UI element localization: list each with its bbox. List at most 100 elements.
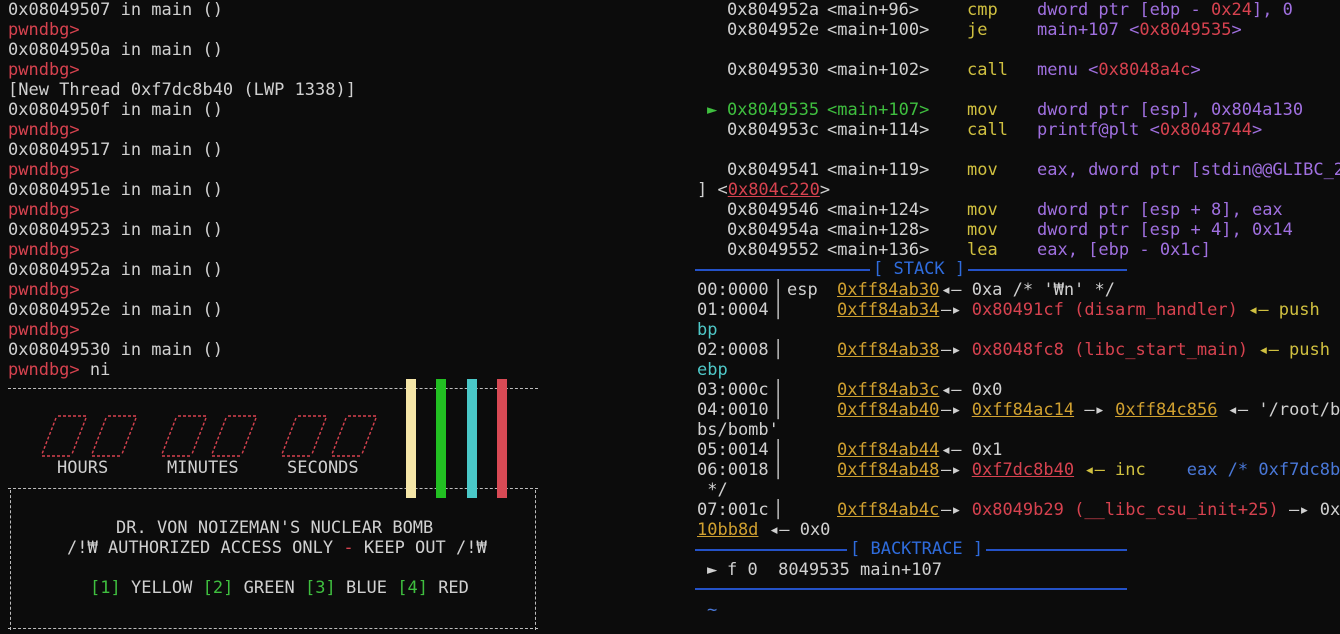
stack-separator: │ <box>773 380 784 400</box>
stack-address[interactable]: 0xff84ab40 <box>837 400 939 420</box>
gdb-output-line: 0x08049523 in main () <box>8 220 223 240</box>
disasm-address: 0x804953c <box>727 120 820 140</box>
timer-digit <box>281 415 327 457</box>
operand-part: dword ptr [esp], 0x804a130 <box>1037 100 1304 120</box>
command-line[interactable]: pwndbg> ni <box>8 360 110 380</box>
right-terminal-pane[interactable]: 0x804952a <main+96> cmp dword ptr [ebp - 0x… <box>695 0 1340 634</box>
stack-target: 0x8048fc8 (libc_start_main) <box>971 340 1249 360</box>
disasm-symbol: <main+102> <box>827 60 930 80</box>
bomb-title: DR. VON NOIZEMAN'S NUCLEAR BOMB <box>116 518 434 538</box>
wire-menu-key[interactable]: [2] <box>203 578 234 598</box>
stack-separator: │ <box>773 400 784 420</box>
stack-wrap-link[interactable]: 10bb8d <box>697 520 758 540</box>
wire-menu-key[interactable]: [3] <box>305 578 336 598</box>
wire-red[interactable] <box>497 379 507 498</box>
gdb-output-line: 0x0804951e in main () <box>8 180 223 200</box>
wire-menu-label[interactable]: BLUE <box>346 578 387 598</box>
stack-address[interactable]: 0xff84ab48 <box>837 460 939 480</box>
warning-separator: - <box>343 538 354 558</box>
disasm-address: 0x8049541 <box>727 160 820 180</box>
stack-tail: —▸ 0xf <box>1289 500 1340 520</box>
bomb-frame-border <box>8 388 538 389</box>
wire-green[interactable] <box>436 379 446 498</box>
stack-tail: ◂— push <box>1248 300 1320 320</box>
stack-value: —▸ 0xf7dc8b40 ◂— inc eax /* 0xf7dc8b4 <box>941 460 1340 480</box>
backtrace-marker: ► <box>707 560 718 580</box>
operand-part: printf@plt < <box>1037 120 1160 140</box>
disasm-operands: menu <0x8048a4c> <box>1037 60 1201 80</box>
bomb-frame-border <box>535 490 536 630</box>
stack-target: 0x80491cf (disarm_handler) <box>971 300 1238 320</box>
bomb-frame-border <box>8 488 538 489</box>
wire-menu-key[interactable]: [1] <box>90 578 121 598</box>
wire-menu-key[interactable]: [4] <box>397 578 428 598</box>
stack-tail: ◂— push <box>1258 340 1330 360</box>
timer-label-seconds: SECONDS <box>287 458 359 478</box>
operand-part: dword ptr [ebp - <box>1037 0 1211 20</box>
warning-prefix: /!₩ AUTHORIZED ACCESS ONLY <box>67 538 334 558</box>
backtrace-frame[interactable]: f 0 8049535 main+107 <box>727 560 942 580</box>
stack-address[interactable]: 0xff84ab3c <box>837 380 939 400</box>
disasm-symbol: <main+124> <box>827 200 930 220</box>
stack-value: —▸ 0x8048fc8 (libc_start_main) ◂— push <box>941 340 1330 360</box>
disasm-symbol: <main+114> <box>827 120 930 140</box>
disasm-symbol: <main+119> <box>827 160 930 180</box>
deref-arrow: —▸ <box>941 300 962 320</box>
wire-menu-label[interactable]: RED <box>438 578 469 598</box>
gdb-output-line: 0x0804950f in main () <box>8 100 223 120</box>
operand-part: eax, [ebp - <box>1037 240 1160 260</box>
stack-address[interactable]: 0xff84ab34 <box>837 300 939 320</box>
operand-part: > <box>1190 60 1201 80</box>
wire-blue[interactable] <box>467 379 477 498</box>
section-title: [ BACKTRACE ] <box>847 539 987 559</box>
stack-separator: │ <box>773 460 784 480</box>
stack-target[interactable]: 0xf7dc8b40 <box>972 460 1074 480</box>
disasm-operands: dword ptr [esp + 4], 0x14 <box>1037 220 1293 240</box>
disasm-opcode: call <box>967 60 1008 80</box>
operand-part: > <box>1231 20 1242 40</box>
gdb-output-line: 0x0804950a in main () <box>8 40 223 60</box>
wrap-suffix: > <box>819 180 831 200</box>
stack-index: 02:0008 <box>697 340 769 360</box>
timer-label-minutes: MINUTES <box>167 458 239 478</box>
pwndbg-prompt: pwndbg> <box>8 160 80 180</box>
operand-part: 0x8048744 <box>1159 120 1252 140</box>
operand-part: main+107 < <box>1037 20 1140 40</box>
pwndbg-prompt: pwndbg> <box>8 60 80 80</box>
stack-address[interactable]: 0xff84ab4c <box>837 500 939 520</box>
stack-separator: │ <box>773 280 784 300</box>
wrap-address[interactable]: 0x804c220 <box>728 180 820 200</box>
stack-address[interactable]: 0xff84ab38 <box>837 340 939 360</box>
operand-part: ], 0x14 <box>1221 220 1293 240</box>
stack-wrap: ◂— 0x0 <box>769 520 831 540</box>
current-instruction-marker: ► <box>707 100 718 120</box>
operand-part: ], eax <box>1221 200 1283 220</box>
stack-index: 01:0004 <box>697 300 769 320</box>
operand-part: menu < <box>1037 60 1099 80</box>
stack-target[interactable]: 0xff84c856 <box>1115 400 1217 420</box>
disasm-operands: eax, dword ptr [stdin@@GLIBC_2 <box>1037 160 1340 180</box>
command-input[interactable]: ni <box>90 360 110 380</box>
pwndbg-prompt: pwndbg> <box>8 20 80 40</box>
stack-value: ◂— 0x1 <box>941 440 1002 460</box>
stack-tail: eax /* 0xf7dc8b4 <box>1186 460 1340 480</box>
disasm-symbol: <main+136> <box>827 240 930 260</box>
stack-value: ◂— 0xa /* '₩n' */ <box>941 280 1115 300</box>
stack-target[interactable]: 0xff84ac14 <box>972 400 1074 420</box>
stack-wrap: */ <box>697 480 728 500</box>
wire-menu-label[interactable]: YELLOW <box>131 578 192 598</box>
operand-part: ], <box>1251 0 1283 20</box>
gdb-output-line: 0x0804952e in main () <box>8 300 223 320</box>
stack-deref: ◂— 0x1 <box>941 440 1003 460</box>
stack-address[interactable]: 0xff84ab44 <box>837 440 939 460</box>
stack-separator: │ <box>773 440 784 460</box>
gdb-output-line: 0x08049517 in main () <box>8 140 223 160</box>
gdb-output-line: [New Thread 0xf7dc8b40 (LWP 1338)] <box>8 80 356 100</box>
wire-menu-label[interactable]: GREEN <box>244 578 295 598</box>
stack-address[interactable]: 0xff84ab30 <box>837 280 939 300</box>
wire-menu: [1] YELLOW [2] GREEN [3] BLUE [4] RED <box>90 578 469 598</box>
stack-target: 0x8049b29 (__libc_csu_init+25) <box>971 500 1279 520</box>
disasm-address: 0x8049552 <box>727 240 820 260</box>
left-terminal-pane[interactable]: 0x08049507 in main () pwndbg> 0x0804950a i… <box>0 0 545 634</box>
wire-yellow[interactable] <box>406 379 416 498</box>
